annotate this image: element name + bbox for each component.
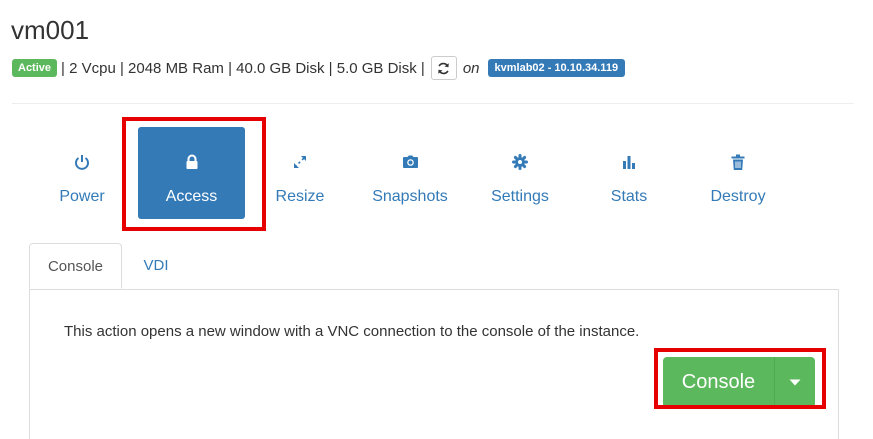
- console-highlight-box: [654, 348, 826, 409]
- resize-action[interactable]: Resize: [250, 127, 350, 219]
- camera-icon: [402, 155, 418, 168]
- expand-icon: [294, 156, 306, 168]
- vm-specs: | 2 Vcpu | 2048 MB Ram | 40.0 GB Disk | …: [61, 59, 425, 77]
- gear-icon: [512, 154, 528, 170]
- destroy-action[interactable]: Destroy: [688, 127, 788, 219]
- destroy-label: Destroy: [710, 188, 766, 205]
- power-label: Power: [59, 188, 105, 205]
- divider: [12, 103, 854, 104]
- stats-label: Stats: [610, 188, 648, 205]
- settings-action[interactable]: Settings: [470, 127, 570, 219]
- stats-action[interactable]: Stats: [579, 127, 679, 219]
- snapshots-action[interactable]: Snapshots: [360, 127, 460, 219]
- host-badge[interactable]: kvmlab02 - 10.10.34.119: [487, 59, 626, 77]
- bar-chart-icon: [623, 156, 635, 169]
- snapshots-label: Snapshots: [372, 188, 448, 205]
- tab-console[interactable]: Console: [29, 243, 122, 289]
- refresh-icon: [438, 62, 450, 74]
- vm-meta-row: Active | 2 Vcpu | 2048 MB Ram | 40.0 GB …: [12, 56, 626, 80]
- console-description: This action opens a new window with a VN…: [64, 323, 640, 340]
- power-icon: [75, 155, 89, 170]
- power-action[interactable]: Power: [32, 127, 132, 219]
- resize-label: Resize: [275, 188, 325, 205]
- vm-title: vm001: [11, 15, 90, 45]
- status-badge: Active: [12, 59, 58, 77]
- access-highlight-box: [122, 117, 266, 231]
- on-label: on: [462, 59, 480, 77]
- tab-vdi[interactable]: VDI: [128, 243, 184, 289]
- settings-label: Settings: [491, 188, 549, 205]
- trash-icon: [731, 154, 745, 170]
- refresh-button[interactable]: [430, 56, 457, 80]
